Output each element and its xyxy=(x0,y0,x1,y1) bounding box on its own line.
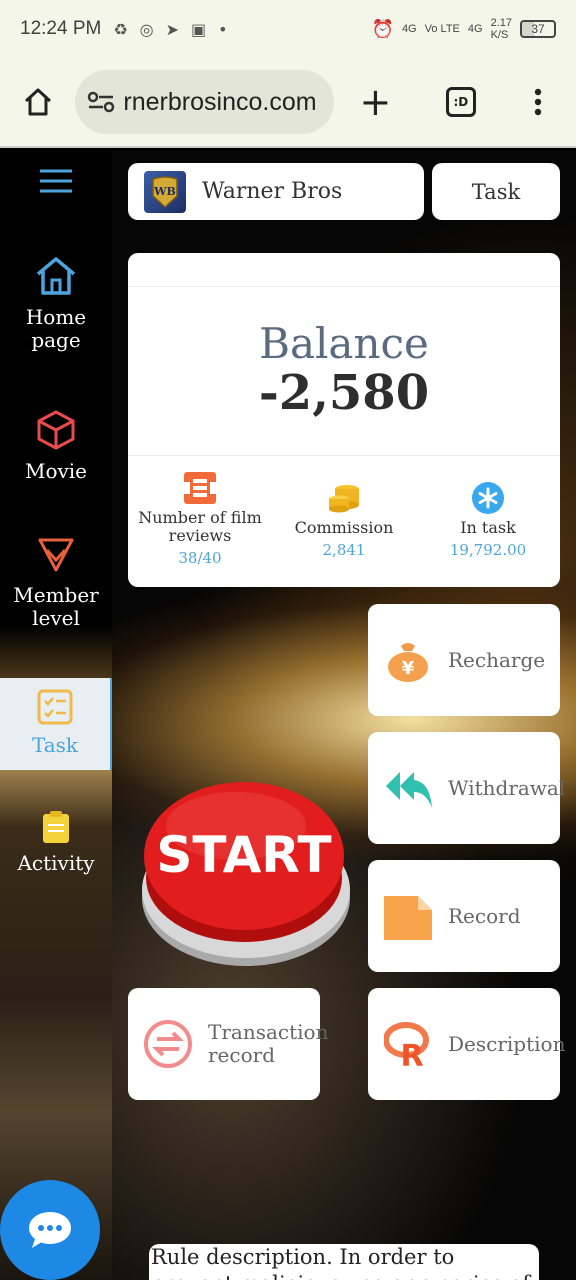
address-bar[interactable]: rnerbrosinco.com xyxy=(75,70,334,134)
plus-icon: + xyxy=(359,80,392,124)
balance-card: Balance -2,580 Number of film reviews 38… xyxy=(128,253,560,587)
sidebar-item-label: Activity xyxy=(17,851,95,875)
svg-text:¥: ¥ xyxy=(402,658,415,679)
exchange-icon xyxy=(144,1020,192,1068)
chat-support-button[interactable] xyxy=(0,1180,100,1280)
stat-label: Commission xyxy=(294,518,394,537)
film-reviews-icon xyxy=(184,472,216,504)
description-label: Description xyxy=(448,1031,566,1056)
network-label: 4G xyxy=(401,23,417,35)
sidebar-item-movie[interactable]: Movie xyxy=(0,408,112,483)
stat-label: Number of film reviews xyxy=(138,508,262,545)
browser-toolbar: rnerbrosinco.com + :D xyxy=(0,58,576,148)
stat-label: In task xyxy=(460,518,516,537)
sidebar-item-label: Member level xyxy=(13,583,99,630)
sidebar-item-activity[interactable]: Activity xyxy=(0,810,112,875)
recharge-button[interactable]: ¥ Recharge xyxy=(368,604,560,716)
new-tab-button[interactable]: + xyxy=(356,82,395,122)
task-header-button[interactable]: Task xyxy=(432,163,560,220)
record-button[interactable]: Record xyxy=(368,860,560,972)
cube-icon xyxy=(37,410,75,450)
brand-name: Warner Bros xyxy=(202,179,343,204)
telegram-icon: ➤ xyxy=(165,19,180,39)
alarm-icon: ⏰ xyxy=(371,18,394,39)
recharge-label: Recharge xyxy=(448,647,546,672)
stat-in-task: In task 19,792.00 xyxy=(416,481,560,559)
speed-label: 2.17 K/S xyxy=(490,17,512,41)
rule-text-line-1: Rule description. In order to xyxy=(151,1245,455,1269)
balance-amount: -2,580 xyxy=(258,365,430,421)
battery-icon: 37 xyxy=(520,20,556,38)
document-icon xyxy=(384,896,432,940)
brand-header: WB Warner Bros xyxy=(128,163,424,220)
system-icons: ⏰ 4G Vo LTE 4G 2.17 K/S 37 xyxy=(372,17,556,41)
dot-icon: • xyxy=(218,19,228,39)
clipboard-icon xyxy=(43,811,69,843)
start-label: START xyxy=(156,826,331,884)
diamond-icon xyxy=(38,538,74,572)
money-bag-icon: ¥ xyxy=(388,643,428,682)
divider xyxy=(128,286,560,287)
rule-description-panel: Rule description. In order to prevent ma… xyxy=(149,1244,539,1280)
withdrawal-label: Withdrawal xyxy=(448,775,566,800)
balance-label: Balance xyxy=(259,319,429,368)
sidebar-item-label: Movie xyxy=(24,459,88,483)
sidebar-item-home[interactable]: Home page xyxy=(0,254,112,352)
stat-value: 2,841 xyxy=(322,541,366,559)
checklist-icon xyxy=(37,689,73,725)
shopping-bag-icon: ▣ xyxy=(191,19,207,39)
network2-label: 4G xyxy=(467,23,483,35)
notification-icons: ♻ ◎ ➤ ▣ • xyxy=(113,20,227,39)
warner-bros-logo: WB xyxy=(144,170,186,213)
stat-value: 19,792.00 xyxy=(449,541,527,559)
r-logo-icon: R xyxy=(384,1022,429,1068)
browser-menu-button[interactable] xyxy=(519,82,558,122)
hamburger-menu-button[interactable] xyxy=(40,168,72,198)
rule-text-line-2: prevent malicious use or a series of xyxy=(151,1271,539,1280)
transaction-record-label: Transaction record xyxy=(208,1020,329,1067)
description-button[interactable]: R Description xyxy=(368,988,565,1100)
chat-icon xyxy=(29,1212,71,1248)
home-icon xyxy=(36,257,76,295)
url-text: rnerbrosinco.com xyxy=(123,87,317,116)
status-time: 12:24 PM xyxy=(20,18,102,39)
coins-icon xyxy=(329,485,359,513)
transaction-record-button[interactable]: Transaction record xyxy=(128,988,328,1100)
start-button[interactable]: START xyxy=(140,778,352,970)
withdrawal-button[interactable]: Withdrawal xyxy=(368,732,565,844)
browser-home-button[interactable] xyxy=(18,82,57,122)
recycle-icon: ♻ xyxy=(113,19,128,39)
more-vert-icon xyxy=(535,88,542,116)
site-settings-icon xyxy=(88,91,115,113)
sidebar-item-task[interactable]: Task xyxy=(0,678,112,770)
reply-all-arrow-icon xyxy=(386,772,432,808)
divider xyxy=(128,455,560,456)
tab-switcher-button[interactable]: :D xyxy=(441,82,480,122)
record-label: Record xyxy=(448,903,521,928)
sidebar-item-label: Home page xyxy=(25,305,87,352)
status-bar: 12:24 PM ♻ ◎ ➤ ▣ • ⏰ 4G Vo LTE 4G 2.17 K/… xyxy=(0,0,576,58)
stat-commission: Commission 2,841 xyxy=(272,481,416,559)
sidebar-item-label: Task xyxy=(31,733,79,757)
volte-label: Vo LTE xyxy=(424,23,460,35)
sidebar-item-member-level[interactable]: Member level xyxy=(0,532,112,630)
svg-text:WB: WB xyxy=(153,185,176,198)
hamburger-icon xyxy=(40,169,72,193)
stat-film-reviews: Number of film reviews 38/40 xyxy=(128,471,272,567)
target-icon: ◎ xyxy=(139,19,154,39)
tabs-icon: :D xyxy=(445,87,476,117)
sidebar: Home page Movie Member level Task Activi… xyxy=(0,150,112,1280)
home-outline-icon xyxy=(24,88,51,116)
stat-value: 38/40 xyxy=(178,549,222,567)
svg-text:R: R xyxy=(400,1039,423,1068)
asterisk-icon xyxy=(472,482,504,514)
